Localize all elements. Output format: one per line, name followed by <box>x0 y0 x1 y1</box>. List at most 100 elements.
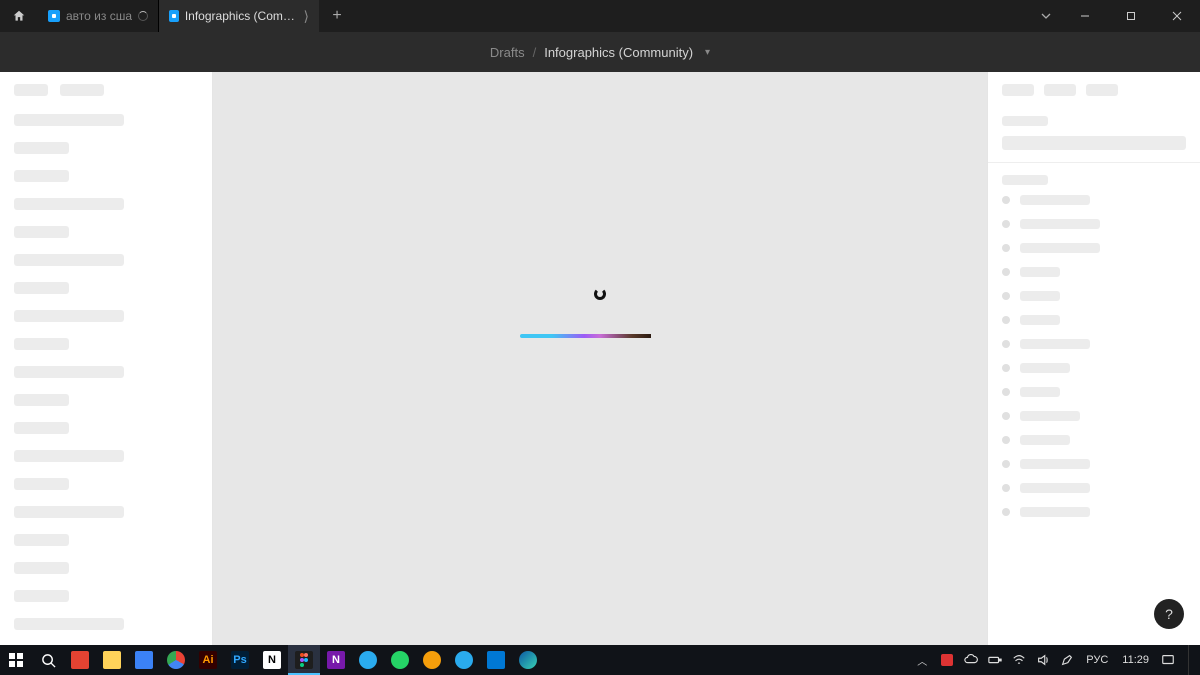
tray-wifi-icon[interactable] <box>1011 652 1027 668</box>
skeleton <box>14 198 124 210</box>
taskbar-app-photoshop[interactable]: Ps <box>224 645 256 675</box>
skeleton <box>14 226 69 238</box>
app-body: ? <box>0 72 1200 645</box>
skeleton <box>14 282 69 294</box>
skeleton <box>1002 244 1010 252</box>
account-dropdown[interactable] <box>1030 0 1062 32</box>
tab-close-icon[interactable]: ⟩ <box>304 9 309 23</box>
language-indicator[interactable]: РУС <box>1083 654 1111 666</box>
skeleton <box>1086 84 1118 96</box>
taskbar-app-flame[interactable] <box>416 645 448 675</box>
skeleton <box>14 310 124 322</box>
skeleton <box>1002 220 1010 228</box>
canvas[interactable] <box>213 72 987 645</box>
skeleton <box>1002 175 1048 185</box>
skeleton <box>1002 460 1010 468</box>
taskbar-app-check[interactable] <box>128 645 160 675</box>
skeleton <box>1002 292 1010 300</box>
skeleton <box>1002 388 1010 396</box>
progress-bar <box>520 334 680 338</box>
skeleton <box>14 338 69 350</box>
maximize-button[interactable] <box>1108 0 1154 32</box>
close-button[interactable] <box>1154 0 1200 32</box>
skeleton <box>14 450 124 462</box>
skeleton <box>14 142 69 154</box>
taskbar-app-whatsapp[interactable] <box>384 645 416 675</box>
system-tray: ︿ РУС 11:29 <box>913 645 1200 675</box>
app-titlebar: авто из сша Infographics (Community) ⟩ + <box>0 0 1200 32</box>
skeleton <box>14 618 124 630</box>
skeleton <box>1020 435 1070 445</box>
taskbar-app-chrome[interactable] <box>160 645 192 675</box>
left-panel <box>0 72 213 645</box>
start-button[interactable] <box>0 645 32 675</box>
breadcrumb-root[interactable]: Drafts <box>490 45 525 60</box>
skeleton <box>1020 219 1100 229</box>
tab-favicon-icon <box>169 10 179 22</box>
skeleton <box>1044 84 1076 96</box>
tray-pen-icon[interactable] <box>1059 652 1075 668</box>
notifications-icon[interactable] <box>1160 652 1176 668</box>
taskbar-app-notion[interactable]: N <box>256 645 288 675</box>
skeleton <box>14 534 69 546</box>
tab-active[interactable]: Infographics (Community) ⟩ <box>159 0 319 32</box>
home-button[interactable] <box>0 0 38 32</box>
windows-taskbar: Ai Ps N N ︿ РУС 11:29 <box>0 645 1200 675</box>
minimize-button[interactable] <box>1062 0 1108 32</box>
skeleton <box>1002 508 1010 516</box>
document-header: Drafts / Infographics (Community) ▾ <box>0 32 1200 72</box>
new-tab-button[interactable]: + <box>319 0 355 32</box>
skeleton <box>1020 339 1090 349</box>
tab-title: Infographics (Community) <box>185 9 298 23</box>
clock[interactable]: 11:29 <box>1119 654 1152 666</box>
tray-battery-icon[interactable] <box>987 652 1003 668</box>
skeleton <box>14 422 69 434</box>
skeleton <box>1002 412 1010 420</box>
breadcrumb-separator: / <box>533 45 537 60</box>
skeleton <box>1020 507 1090 517</box>
skeleton <box>14 394 69 406</box>
skeleton <box>14 254 124 266</box>
skeleton <box>1020 267 1060 277</box>
breadcrumb-file[interactable]: Infographics (Community) <box>544 45 693 60</box>
skeleton <box>1002 116 1048 126</box>
skeleton <box>1002 136 1186 150</box>
tray-cloud-icon[interactable] <box>963 652 979 668</box>
skeleton <box>1020 243 1100 253</box>
skeleton <box>1020 411 1080 421</box>
window-controls <box>1062 0 1200 32</box>
taskbar-app-store[interactable] <box>480 645 512 675</box>
skeleton <box>60 84 104 96</box>
loading-spinner-icon <box>138 11 148 21</box>
tray-app-icon[interactable] <box>939 652 955 668</box>
taskbar-app-onenote[interactable]: N <box>320 645 352 675</box>
taskbar-app-figma[interactable] <box>288 645 320 675</box>
taskbar-app-todoist[interactable] <box>64 645 96 675</box>
help-button[interactable]: ? <box>1154 599 1184 629</box>
taskbar-app-telegram2[interactable] <box>448 645 480 675</box>
skeleton <box>14 506 124 518</box>
tray-overflow-icon[interactable]: ︿ <box>913 653 931 668</box>
skeleton <box>1002 340 1010 348</box>
taskbar-app-edge[interactable] <box>512 645 544 675</box>
skeleton <box>14 366 124 378</box>
skeleton <box>1002 268 1010 276</box>
tab-favicon-icon <box>48 10 60 22</box>
skeleton <box>14 478 69 490</box>
chevron-down-icon[interactable]: ▾ <box>705 47 710 58</box>
skeleton <box>1020 195 1090 205</box>
skeleton <box>1002 436 1010 444</box>
search-button[interactable] <box>32 645 64 675</box>
skeleton <box>1002 196 1010 204</box>
tray-volume-icon[interactable] <box>1035 652 1051 668</box>
taskbar-app-explorer[interactable] <box>96 645 128 675</box>
taskbar-app-illustrator[interactable]: Ai <box>192 645 224 675</box>
skeleton <box>1020 315 1060 325</box>
tab-inactive[interactable]: авто из сша <box>38 0 158 32</box>
loading-indicator <box>520 288 680 338</box>
skeleton <box>1020 483 1090 493</box>
skeleton <box>1002 364 1010 372</box>
skeleton <box>14 170 69 182</box>
show-desktop-button[interactable] <box>1188 645 1194 675</box>
taskbar-app-telegram[interactable] <box>352 645 384 675</box>
